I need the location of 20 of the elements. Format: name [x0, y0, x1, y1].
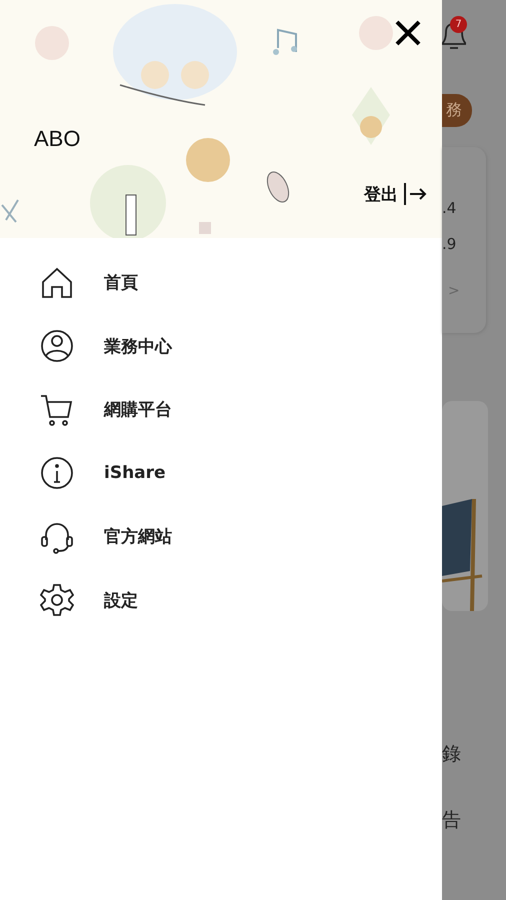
menu-text: 告: [442, 808, 461, 833]
logout-icon: [402, 182, 428, 206]
menu-text: 錄: [442, 742, 461, 767]
stat-value: .4: [442, 199, 458, 217]
menu-item[interactable]: 網購平台: [0, 378, 442, 442]
settings-icon: [40, 583, 74, 618]
menu-item[interactable]: iShare: [0, 442, 442, 505]
user-name: ABO: [34, 126, 80, 152]
task-pill[interactable]: 務: [442, 94, 472, 127]
home-icon: [40, 266, 74, 300]
notification-badge: 7: [450, 16, 467, 33]
menu-item[interactable]: 業務中心: [0, 314, 442, 378]
cart-icon: [40, 392, 74, 427]
user-icon: [40, 329, 74, 364]
logout-button[interactable]: 登出: [364, 182, 428, 206]
menu-item[interactable]: 首頁: [0, 251, 442, 314]
stat-value: .9: [442, 235, 458, 253]
info-icon: [40, 456, 74, 490]
menu-item[interactable]: 設定: [0, 568, 442, 632]
menu-item[interactable]: 官方網站: [0, 505, 442, 568]
